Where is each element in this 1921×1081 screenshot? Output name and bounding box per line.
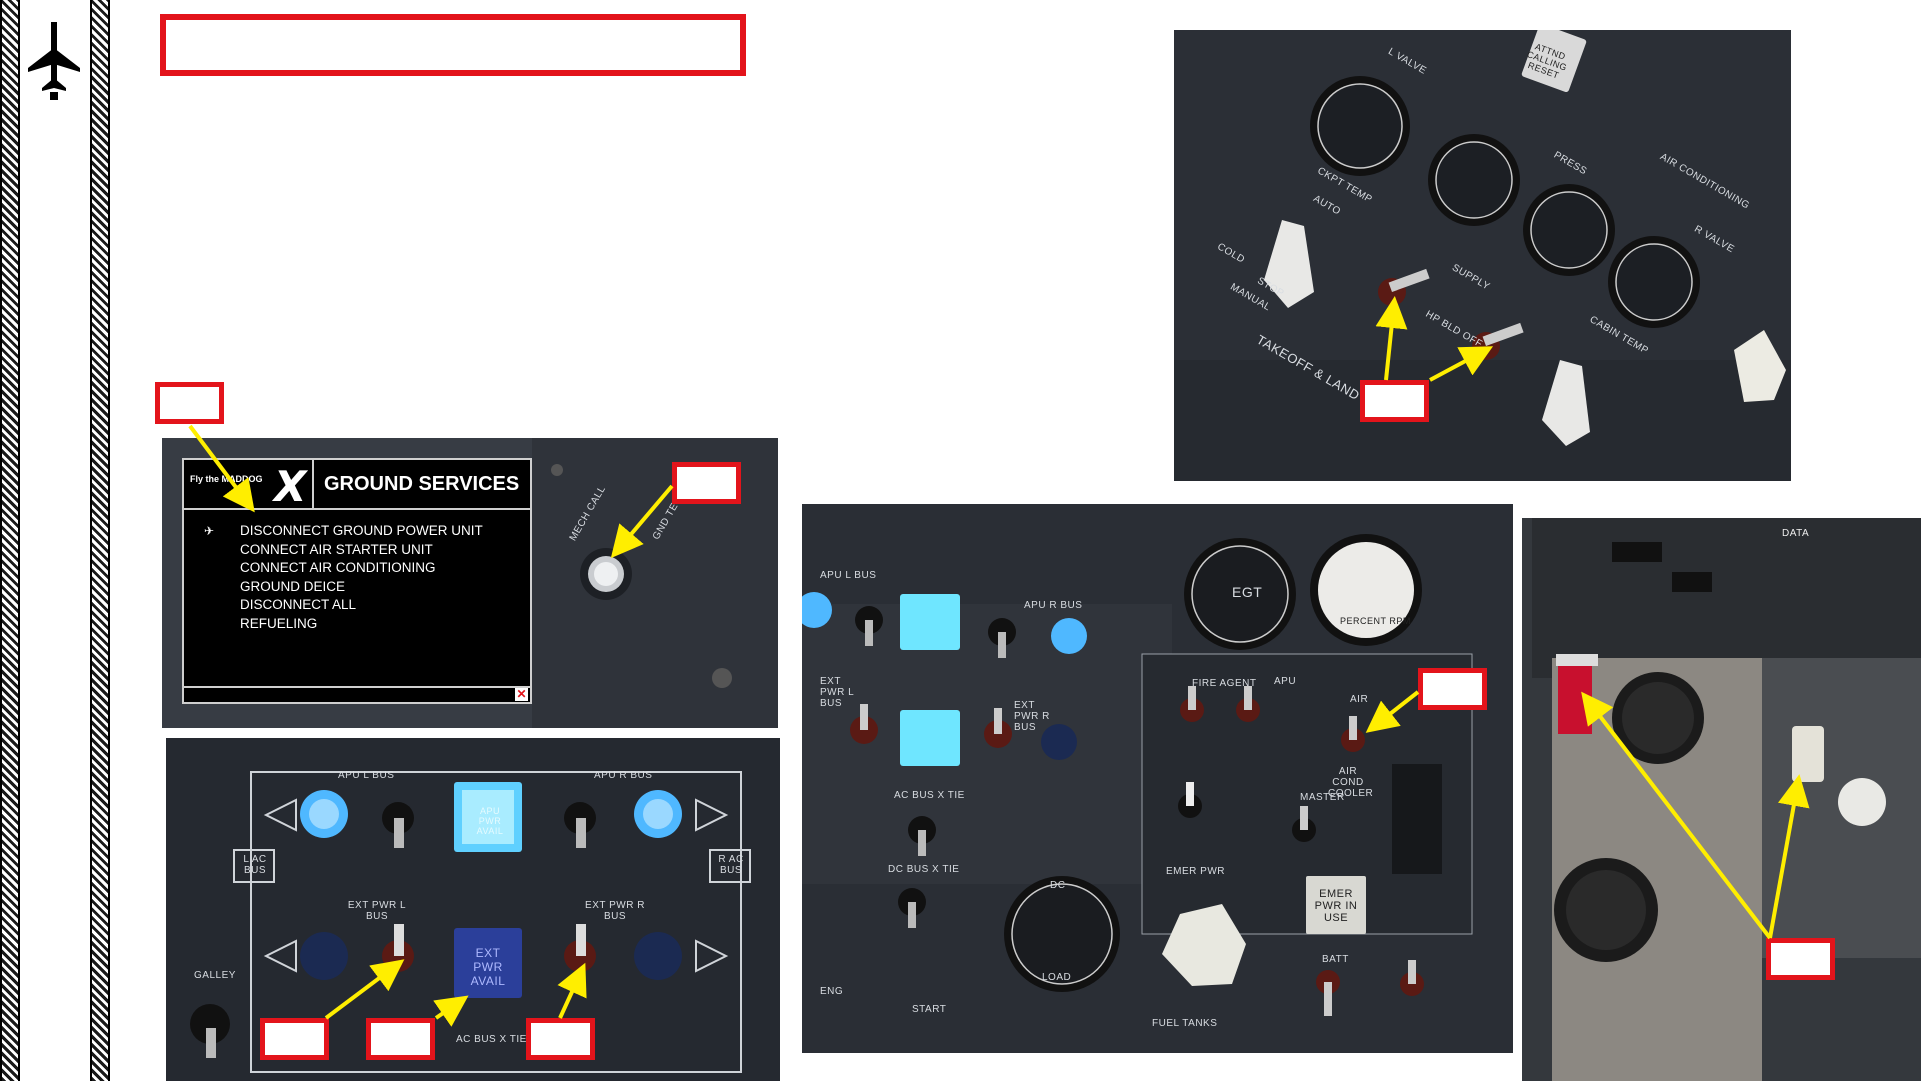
dc-bus-x-tie-label: DC BUS X TIE <box>888 864 960 875</box>
fire-agent-label: FIRE AGENT <box>1192 678 1257 689</box>
ground-services-status-bar: ✕ <box>184 686 530 702</box>
fuel-tanks-label: FUEL TANKS <box>1152 1018 1218 1029</box>
start-label: START <box>912 1004 947 1015</box>
callout-box-5 <box>526 1018 595 1060</box>
callout-box-4 <box>366 1018 435 1060</box>
ground-services-header: Fly the MADDOG X GROUND SERVICES <box>184 460 530 511</box>
galley-label: GALLEY <box>194 970 236 981</box>
load-label: LOAD <box>1042 972 1072 983</box>
header-divider <box>312 460 314 508</box>
menu-item-disconnect-all[interactable]: DISCONNECT ALL <box>240 596 483 615</box>
callout-box-6 <box>1360 380 1429 422</box>
maddog-logo-x: X <box>274 462 307 511</box>
callout-box-7 <box>1418 668 1487 710</box>
pedestal-photo: DATA <box>1522 518 1921 1081</box>
bus-panel-closeup: APU L BUS APU R BUS APU PWR AVAIL EXT PW… <box>166 738 780 1081</box>
ground-services-menu: DISCONNECT GROUND POWER UNIT CONNECT AIR… <box>240 522 483 634</box>
ac-bus-x-tie-label: AC BUS X TIE <box>456 1034 527 1045</box>
ac-bus-x-tie-label-2: AC BUS X TIE <box>894 790 965 801</box>
menu-item-connect-air-starter[interactable]: CONNECT AIR STARTER UNIT <box>240 541 483 560</box>
master-label: MASTER <box>1300 792 1345 803</box>
left-stripe-inner <box>90 0 110 1081</box>
ext-pwr-l-bus-label: EXT PWR L BUS <box>347 900 407 922</box>
menu-item-ground-deice[interactable]: GROUND DEICE <box>240 578 483 597</box>
percent-rpm-label: PERCENT RPM <box>1340 616 1411 626</box>
batt-label: BATT <box>1322 954 1349 965</box>
callout-box-2 <box>672 462 741 504</box>
left-stripe-outer <box>0 0 20 1081</box>
maddog-logo-text: Fly the MADDOG <box>190 474 263 484</box>
ext-pwr-l-bus-label-2: EXT PWR L BUS <box>820 676 854 709</box>
eng-label: ENG <box>820 986 844 997</box>
electrical-apu-panel-photo: APU L BUS APU R BUS EXT PWR L BUS EXT PW… <box>802 504 1513 1053</box>
apu-pwr-avail-label: APU PWR AVAIL <box>476 806 504 836</box>
apu-label: APU <box>1274 676 1297 687</box>
menu-item-disconnect-gpu[interactable]: DISCONNECT GROUND POWER UNIT <box>240 522 483 541</box>
apu-r-bus-label: APU R BUS <box>594 770 653 781</box>
air-conditioning-panel-photo: L VALVE PRESS AIR CONDITIONING R VALVE C… <box>1174 30 1791 481</box>
apu-r-bus-label-2: APU R BUS <box>1024 600 1083 611</box>
emer-pwr-label: EMER PWR <box>1166 866 1225 877</box>
callout-box-1 <box>155 382 224 424</box>
callout-box-3 <box>260 1018 329 1060</box>
airplane-icon <box>28 22 80 100</box>
callout-box-8 <box>1766 938 1835 980</box>
egt-label: EGT <box>1232 584 1263 600</box>
menu-pointer-icon: ✈ <box>204 524 215 538</box>
ext-pwr-avail-label: EXT PWR AVAIL <box>470 946 506 988</box>
menu-item-connect-air-conditioning[interactable]: CONNECT AIR CONDITIONING <box>240 559 483 578</box>
emer-pwr-in-use-label: EMER PWR IN USE <box>1314 888 1358 924</box>
dc-label: DC <box>1050 880 1066 891</box>
apu-l-bus-label-2: APU L BUS <box>820 570 877 581</box>
page-title-box <box>160 14 746 76</box>
ext-pwr-r-bus-label-2: EXT PWR R BUS <box>1014 700 1050 733</box>
data-label: DATA <box>1782 528 1810 539</box>
close-icon[interactable]: ✕ <box>515 688 528 701</box>
r-ac-bus-label: R AC BUS <box>718 854 744 876</box>
ground-services-title: GROUND SERVICES <box>324 473 520 495</box>
l-ac-bus-label: L AC BUS <box>243 854 267 876</box>
air-label: AIR <box>1350 694 1369 705</box>
apu-l-bus-label: APU L BUS <box>338 770 395 781</box>
ground-services-window: Fly the MADDOG X GROUND SERVICES ✈ DISCO… <box>182 458 532 704</box>
menu-item-refueling[interactable]: REFUELING <box>240 615 483 634</box>
ext-pwr-r-bus-label: EXT PWR R BUS <box>585 900 645 922</box>
